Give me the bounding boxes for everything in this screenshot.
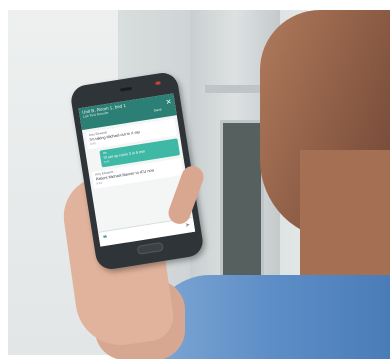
person-neck: [300, 150, 390, 290]
brand-mark: [155, 81, 161, 86]
home-button[interactable]: [136, 241, 164, 255]
blue-scrubs: [150, 275, 390, 359]
camera-icon: [119, 86, 133, 92]
door-window: [220, 120, 264, 296]
quote-icon[interactable]: ❝: [102, 234, 108, 244]
photo-scene: Unit B, Room 1, bed 1 Lab Test Results S…: [0, 0, 390, 359]
close-icon[interactable]: ✕: [165, 98, 172, 107]
send-icon[interactable]: ➤: [185, 221, 191, 229]
save-button[interactable]: Save: [153, 107, 162, 112]
